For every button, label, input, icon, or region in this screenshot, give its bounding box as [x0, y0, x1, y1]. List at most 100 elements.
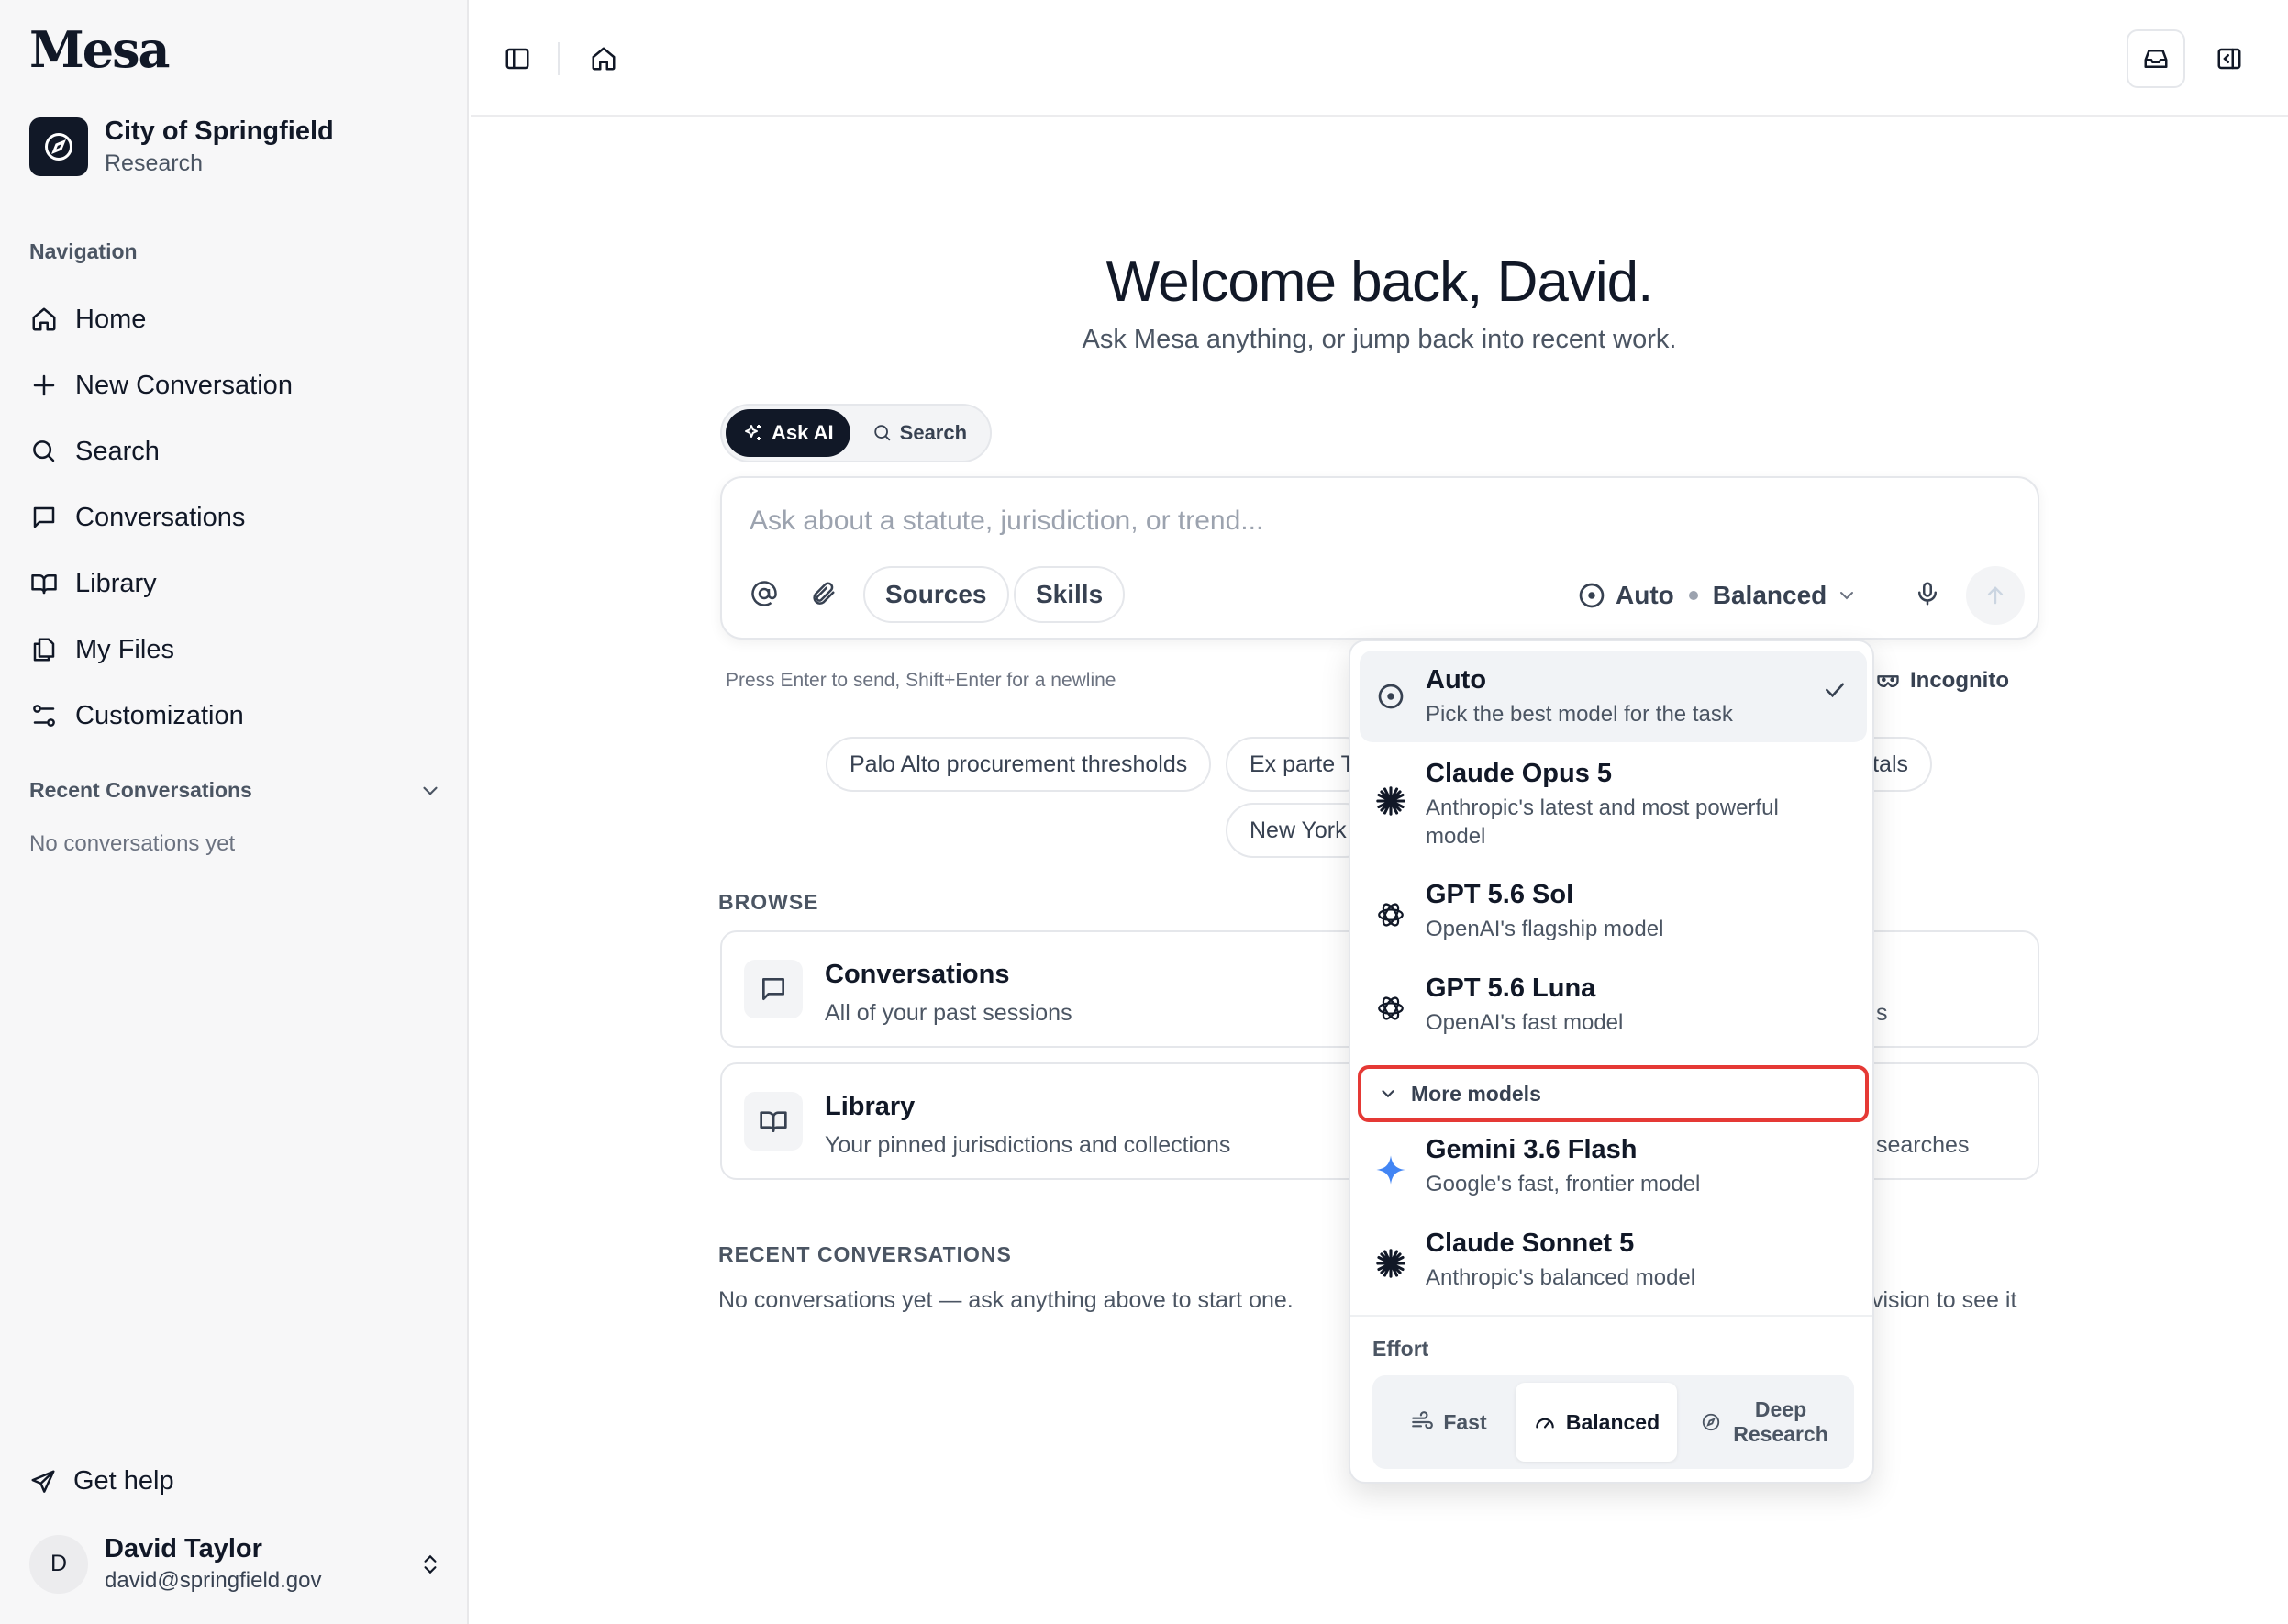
model-option-claude-opus-5[interactable]: Claude Opus 5 Anthropic's latest and mos…	[1360, 750, 1867, 863]
org-name: City of Springfield	[105, 117, 334, 146]
get-help-link[interactable]: Get help	[29, 1466, 174, 1496]
search-icon	[29, 437, 59, 466]
suggestion-chip[interactable]: Palo Alto procurement thresholds	[826, 737, 1212, 792]
home-icon	[590, 45, 617, 72]
card-title: Library	[825, 1092, 916, 1121]
ask-ai-label: Ask AI	[772, 421, 834, 444]
sidebar-item-my-files[interactable]: My Files	[29, 617, 442, 683]
toolbar-divider	[558, 42, 560, 75]
chevron-down-icon	[1378, 1084, 1398, 1104]
dropdown-divider	[1350, 1315, 1872, 1317]
model-selector[interactable]: Auto Balanced	[1577, 573, 1858, 617]
incognito-label: Incognito	[1910, 668, 2009, 693]
model-option-name: Claude Opus 5	[1426, 759, 1613, 788]
incognito-toggle[interactable]: Incognito	[1875, 668, 2009, 694]
book-icon	[744, 1092, 803, 1151]
skills-button[interactable]: Skills	[1014, 566, 1126, 623]
model-option-auto[interactable]: Auto Pick the best model for the task	[1360, 651, 1867, 742]
sidebar-item-customization[interactable]: Customization	[29, 683, 442, 749]
sidebar-item-search[interactable]: Search	[29, 418, 442, 484]
app-logo[interactable]: Mesa	[29, 20, 171, 79]
microphone-icon	[1914, 580, 1941, 607]
at-sign-icon	[750, 580, 778, 607]
sidebar-panel-icon	[504, 45, 531, 72]
sidebar-item-label: Customization	[75, 700, 244, 730]
sidebar-item-label: Search	[75, 436, 160, 466]
more-models-label: More models	[1411, 1081, 1541, 1106]
model-option-gpt-5-6-luna[interactable]: GPT 5.6 Luna OpenAI's fast model	[1360, 966, 1867, 1054]
effort-segmented-control: Fast Balanced Deep Research	[1372, 1375, 1854, 1469]
sidebar-item-new-conversation[interactable]: New Conversation	[29, 352, 442, 418]
chevron-down-icon	[418, 779, 442, 803]
sources-button[interactable]: Sources	[863, 566, 1009, 623]
gauge-icon	[1533, 1410, 1557, 1434]
anthropic-icon	[1374, 784, 1407, 818]
model-option-description: Pick the best model for the task	[1426, 702, 1733, 727]
model-option-description: OpenAI's flagship model	[1426, 917, 1664, 941]
compass-icon	[1701, 1412, 1721, 1432]
voice-input-button[interactable]	[1905, 572, 1949, 616]
toggle-sidebar-button[interactable]	[488, 29, 547, 88]
sidebar-item-library[interactable]: Library	[29, 551, 442, 617]
home-button[interactable]	[574, 29, 633, 88]
attach-button[interactable]	[801, 572, 845, 616]
effort-fast-button[interactable]: Fast	[1380, 1383, 1517, 1462]
card-title: Conversations	[825, 960, 1010, 989]
model-option-description: Anthropic's latest and most powerful mod…	[1426, 795, 1779, 849]
model-selector-effort: Balanced	[1712, 581, 1827, 609]
mask-icon	[1875, 668, 1901, 694]
sidebar-item-conversations[interactable]: Conversations	[29, 484, 442, 551]
book-icon	[29, 569, 59, 598]
chevron-down-icon	[1836, 584, 1858, 606]
search-tab[interactable]: Search	[856, 409, 983, 457]
send-button[interactable]	[1966, 566, 2025, 625]
model-option-description: Google's fast, frontier model	[1426, 1172, 1701, 1196]
checkmark-icon	[1821, 676, 1849, 704]
model-option-name: GPT 5.6 Sol	[1426, 880, 1574, 909]
nav-section-label: Navigation	[29, 239, 138, 263]
org-switcher[interactable]: City of Springfield Research	[29, 117, 334, 177]
auto-icon	[1374, 680, 1407, 713]
search-icon	[872, 423, 893, 443]
card-subtitle: Your pinned jurisdictions and collection…	[825, 1132, 1231, 1158]
effort-balanced-button[interactable]: Balanced	[1516, 1383, 1677, 1462]
paperclip-icon	[809, 580, 837, 607]
model-option-description: Anthropic's balanced model	[1426, 1265, 1696, 1290]
recent-conversations-toggle[interactable]: Recent Conversations	[29, 778, 442, 803]
more-models-toggle[interactable]: More models	[1358, 1065, 1869, 1122]
toggle-right-panel-button[interactable]	[2200, 29, 2259, 88]
effort-deep-research-button[interactable]: Deep Research	[1681, 1383, 1851, 1462]
separator-dot	[1688, 591, 1698, 600]
model-option-gemini-3-6-flash[interactable]: Gemini 3.6 Flash Google's fast, frontier…	[1360, 1128, 1867, 1216]
user-menu[interactable]: D David Taylor david@springfield.gov	[29, 1534, 442, 1594]
compass-icon	[29, 117, 88, 176]
sidebar-item-label: New Conversation	[75, 370, 293, 400]
get-help-label: Get help	[73, 1466, 174, 1496]
inbox-button[interactable]	[2127, 29, 2185, 88]
effort-option-label: Deep Research	[1733, 1397, 1828, 1446]
sidebar-item-home[interactable]: Home	[29, 286, 442, 352]
send-icon	[29, 1468, 57, 1496]
card-right-text: searches	[1876, 1132, 1970, 1158]
prompt-input[interactable]	[750, 506, 1942, 537]
model-option-name: GPT 5.6 Luna	[1426, 973, 1596, 1003]
recent-conversations-empty: No conversations yet	[29, 831, 236, 856]
model-option-gpt-5-6-sol[interactable]: GPT 5.6 Sol OpenAI's flagship model	[1360, 873, 1867, 961]
browse-section-label: BROWSE	[718, 890, 819, 914]
mention-button[interactable]	[742, 572, 786, 616]
model-option-claude-sonnet-5[interactable]: Claude Sonnet 5 Anthropic's balanced mod…	[1360, 1221, 1867, 1309]
model-dropdown: Auto Pick the best model for the task Cl…	[1349, 640, 1874, 1484]
wind-icon	[1410, 1410, 1434, 1434]
recent-conversations-empty: No conversations yet — ask anything abov…	[718, 1287, 1294, 1313]
effort-label: Effort	[1372, 1337, 1429, 1361]
right-panel-icon	[2216, 45, 2243, 72]
sidebar-item-label: Home	[75, 304, 147, 334]
anthropic-icon	[1374, 1247, 1407, 1280]
model-option-description: OpenAI's fast model	[1426, 1010, 1624, 1035]
arrow-up-icon	[1983, 583, 2008, 608]
files-icon	[29, 635, 59, 664]
model-selector-model: Auto	[1616, 581, 1674, 609]
sidebar-item-label: My Files	[75, 634, 174, 664]
ask-ai-tab[interactable]: Ask AI	[726, 409, 850, 457]
org-subtitle: Research	[105, 150, 203, 176]
